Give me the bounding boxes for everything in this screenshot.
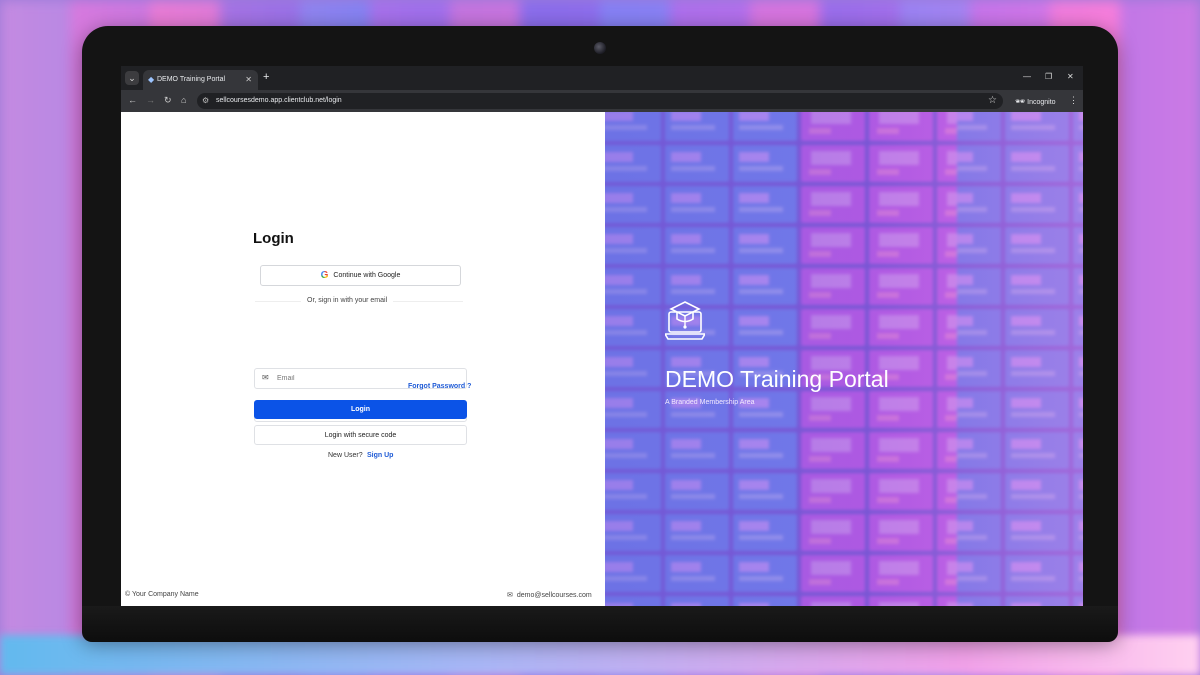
incognito-indicator[interactable]: 🕶 Incognito [1015,97,1056,106]
secure-code-button[interactable]: Login with secure code [254,425,467,445]
login-button[interactable]: Login [254,400,467,419]
new-tab-button[interactable]: + [263,71,269,83]
contact-email[interactable]: ✉ demo@sellcourses.com [507,591,592,599]
url-text: sellcoursesdemo.app.clientclub.net/login [216,97,342,104]
page-title: Login [253,230,294,247]
hero-title: DEMO Training Portal [665,366,889,392]
tab-close-icon[interactable]: ✕ [245,75,252,84]
hero-tint-overlay [605,112,1083,606]
tab-search-button[interactable]: ⌄ [125,71,139,85]
forward-icon[interactable]: → [146,95,155,105]
contact-email-text: demo@sellcourses.com [516,592,592,599]
google-login-button[interactable]: G Continue with Google [260,265,461,286]
browser-toolbar: ← → ↻ ⌂ ⚙ sellcoursesdemo.app.clientclub… [121,90,1083,112]
menu-icon[interactable]: ⋮ [1069,95,1078,106]
incognito-label: Incognito [1027,99,1056,106]
copyright-text: © Your Company Name [125,591,199,598]
site-info-icon[interactable]: ⚙ [202,96,209,105]
restore-button[interactable]: ❐ [1045,72,1052,81]
new-user-text: New User? [328,452,363,459]
mail-icon: ✉ [507,592,513,599]
tab-title: DEMO Training Portal [157,76,226,83]
google-login-label: Continue with Google [333,272,401,279]
home-icon[interactable]: ⌂ [181,95,186,105]
laptop-bezel-bottom [82,606,1118,642]
google-icon: G [320,270,329,281]
close-window-button[interactable]: ✕ [1067,72,1074,81]
address-bar[interactable]: ⚙ sellcoursesdemo.app.clientclub.net/log… [197,93,1003,109]
tab-favicon-icon: ◆ [148,75,155,84]
reload-icon[interactable]: ↻ [164,95,172,106]
graduation-laptop-icon [665,301,705,340]
mail-icon: ✉ [262,373,269,382]
star-icon[interactable]: ☆ [988,95,997,106]
back-icon[interactable]: ← [128,95,137,105]
divider-text: Or, sign in with your email [301,297,394,304]
tab-strip: ⌄ ◆ DEMO Training Portal ✕ + — ❐ ✕ [121,66,1083,90]
browser-window: ⌄ ◆ DEMO Training Portal ✕ + — ❐ ✕ ← → ↻… [121,66,1083,606]
hero-panel: DEMO Training Portal A Branded Membershi… [605,112,1083,606]
browser-tab[interactable]: ◆ DEMO Training Portal ✕ [143,70,258,90]
webcam-icon [594,42,606,54]
login-panel: Login G Continue with Google Or, sign in… [121,112,605,606]
sign-up-link[interactable]: Sign Up [367,452,393,459]
forgot-password-link[interactable]: Forgot Password ? [408,383,471,390]
hero-subtitle: A Branded Membership Area [665,399,755,406]
minimize-button[interactable]: — [1023,72,1031,81]
incognito-icon: 🕶 [1015,97,1026,106]
